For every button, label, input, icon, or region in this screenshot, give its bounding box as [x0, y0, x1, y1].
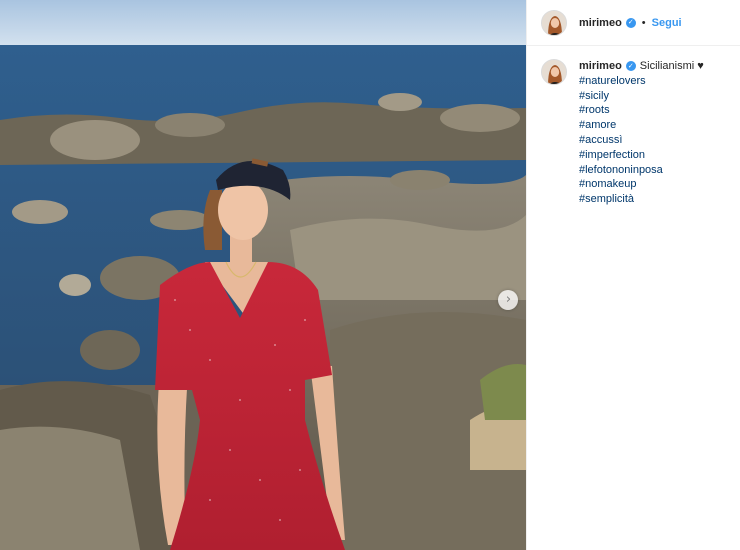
hashtag-link[interactable]: #nomakeup — [579, 177, 704, 192]
chevron-right-icon: › — [505, 292, 512, 307]
caption-body: mirimeo ✓ Sicilianismi ♥ #naturelovers #… — [579, 59, 704, 207]
caption-author-avatar[interactable] — [541, 59, 567, 85]
verified-badge-icon: ✓ — [625, 61, 636, 72]
caption-text: Sicilianismi ♥ — [639, 60, 704, 72]
next-photo-button[interactable]: › — [498, 290, 518, 310]
caption-author-username[interactable]: mirimeo — [579, 59, 622, 74]
caption-first-line: mirimeo ✓ Sicilianismi ♥ — [579, 59, 704, 74]
hashtag-link[interactable]: #lefotononinposa — [579, 163, 704, 178]
author-username[interactable]: mirimeo — [579, 17, 622, 29]
separator-dot: • — [641, 16, 646, 29]
hashtag-link[interactable]: #roots — [579, 103, 704, 118]
verified-badge-icon: ✓ — [625, 17, 636, 28]
post-photo[interactable]: › — [0, 0, 526, 550]
hashtag-link[interactable]: #semplicità — [579, 192, 704, 207]
hashtag-link[interactable]: #imperfection — [579, 148, 704, 163]
hashtag-link[interactable]: #sicily — [579, 89, 704, 104]
hashtag-link[interactable]: #accussì — [579, 133, 704, 148]
author-avatar[interactable] — [541, 9, 567, 36]
follow-button[interactable]: Segui — [652, 17, 682, 29]
hashtag-link[interactable]: #amore — [579, 118, 704, 133]
hashtag-link[interactable]: #naturelovers — [579, 74, 704, 89]
photo-image — [0, 0, 526, 550]
post-side-panel: mirimeo ✓ • Segui mirimeo ✓ Sicilianismi… — [526, 0, 740, 550]
post-caption: mirimeo ✓ Sicilianismi ♥ #naturelovers #… — [527, 46, 740, 207]
post-header: mirimeo ✓ • Segui — [527, 0, 740, 46]
